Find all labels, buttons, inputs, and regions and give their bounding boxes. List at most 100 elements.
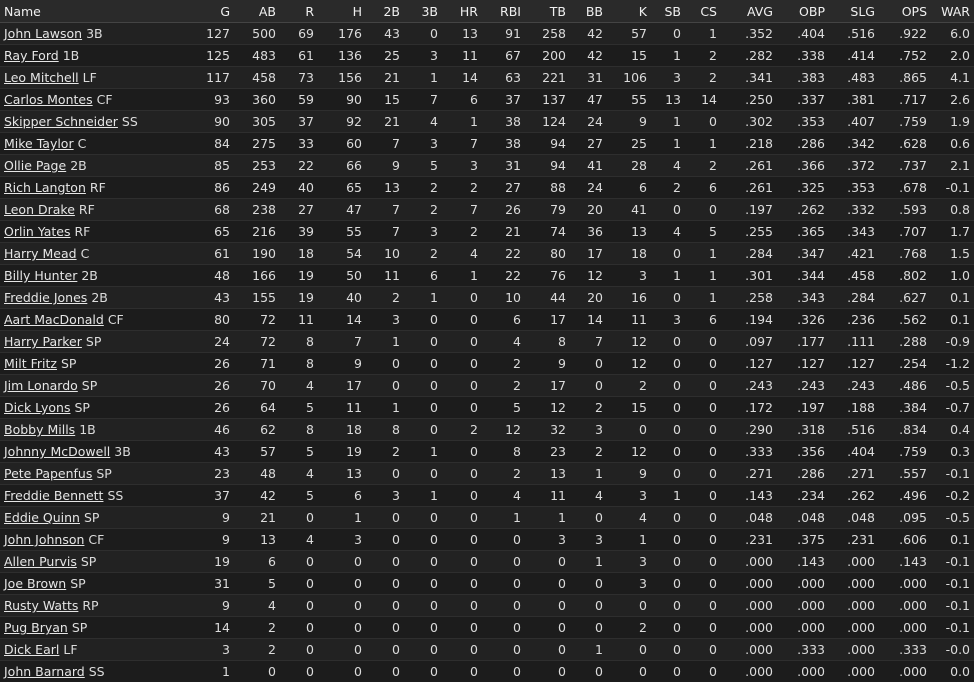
column-header-3b[interactable]: 3B <box>404 0 442 23</box>
player-name-link[interactable]: Skipper Schneider <box>4 114 118 129</box>
player-cell: Milt Fritz SP <box>0 352 200 375</box>
stat-cell-k: 12 <box>607 440 651 463</box>
stat-cell-war: 0.1 <box>931 308 974 331</box>
player-name-link[interactable]: John Lawson <box>4 26 82 41</box>
column-header-rbi[interactable]: RBI <box>482 0 525 23</box>
stat-cell-ops: .384 <box>879 396 931 419</box>
column-header-ops[interactable]: OPS <box>879 0 931 23</box>
stat-cell-g: 117 <box>200 66 234 89</box>
column-header-avg[interactable]: AVG <box>721 0 777 23</box>
stat-cell-war: 2.1 <box>931 154 974 177</box>
player-cell: Pug Bryan SP <box>0 616 200 639</box>
player-name-link[interactable]: Billy Hunter <box>4 268 77 283</box>
stat-cell-cs: 0 <box>685 572 721 595</box>
stat-cell-ops: .802 <box>879 264 931 287</box>
player-name-link[interactable]: Mike Taylor <box>4 136 74 151</box>
column-header-k[interactable]: K <box>607 0 651 23</box>
stat-cell-ab: 238 <box>234 198 280 221</box>
stat-cell-g: 65 <box>200 220 234 243</box>
stat-cell-war: 2.0 <box>931 44 974 67</box>
column-header-tb[interactable]: TB <box>525 0 570 23</box>
column-header-ab[interactable]: AB <box>234 0 280 23</box>
column-header-name[interactable]: Name <box>0 0 200 23</box>
player-name-link[interactable]: Leon Drake <box>4 202 75 217</box>
player-name-link[interactable]: Harry Mead <box>4 246 77 261</box>
player-name-link[interactable]: Dick Earl <box>4 642 59 657</box>
stat-cell-3b: 1 <box>404 484 442 507</box>
stat-cell-sb: 0 <box>651 374 685 397</box>
table-row: Billy Hunter 2B 48 166 19 50 11 6 1 22 76 12 3 1 1.301… <box>0 264 974 287</box>
column-header-slg[interactable]: SLG <box>829 0 879 23</box>
stat-cell-rbi: 27 <box>482 176 525 199</box>
stat-cell-2b: 7 <box>366 220 404 243</box>
player-position: SP <box>60 356 77 371</box>
column-header-r[interactable]: R <box>280 0 318 23</box>
player-name-link[interactable]: John Johnson <box>4 532 84 547</box>
stat-cell-2b: 0 <box>366 462 404 485</box>
column-header-cs[interactable]: CS <box>685 0 721 23</box>
player-name-link[interactable]: Aart MacDonald <box>4 312 104 327</box>
column-header-sb[interactable]: SB <box>651 0 685 23</box>
player-name-link[interactable]: Rusty Watts <box>4 598 78 613</box>
stat-cell-h: 9 <box>318 352 366 375</box>
player-name-link[interactable]: Orlin Yates <box>4 224 71 239</box>
player-name-link[interactable]: Freddie Jones <box>4 290 87 305</box>
column-header-h[interactable]: H <box>318 0 366 23</box>
player-position: SP <box>74 400 90 415</box>
table-row: Skipper Schneider SS 90 305 37 92 21 4 1 38 124 24 9… <box>0 110 974 133</box>
player-name-link[interactable]: Pete Papenfus <box>4 466 92 481</box>
column-header-war[interactable]: WAR <box>931 0 974 23</box>
player-name-link[interactable]: Allen Purvis <box>4 554 77 569</box>
stat-cell-slg: .000 <box>829 572 879 595</box>
stat-cell-2b: 2 <box>366 286 404 309</box>
player-name-link[interactable]: Eddie Quinn <box>4 510 80 525</box>
stat-cell-r: 4 <box>280 374 318 397</box>
stat-cell-k: 0 <box>607 638 651 661</box>
player-name-link[interactable]: Ollie Page <box>4 158 66 173</box>
stat-cell-tb: 11 <box>525 484 570 507</box>
stat-cell-k: 2 <box>607 374 651 397</box>
player-name-link[interactable]: Jim Lonardo <box>4 378 78 393</box>
stat-cell-ab: 249 <box>234 176 280 199</box>
column-header-2b[interactable]: 2B <box>366 0 404 23</box>
stat-cell-ab: 48 <box>234 462 280 485</box>
stat-cell-obp: .243 <box>777 374 829 397</box>
player-name-link[interactable]: Milt Fritz <box>4 356 57 371</box>
player-name-link[interactable]: Pug Bryan <box>4 620 68 635</box>
player-name-link[interactable]: Johnny McDowell <box>4 444 110 459</box>
stat-cell-sb: 3 <box>651 66 685 89</box>
column-header-g[interactable]: G <box>200 0 234 23</box>
stat-cell-hr: 0 <box>442 528 482 551</box>
stat-cell-g: 26 <box>200 396 234 419</box>
column-header-bb[interactable]: BB <box>570 0 607 23</box>
stat-cell-2b: 0 <box>366 352 404 375</box>
player-name-link[interactable]: Joe Brown <box>4 576 66 591</box>
column-header-hr[interactable]: HR <box>442 0 482 23</box>
stat-cell-ab: 72 <box>234 330 280 353</box>
column-header-obp[interactable]: OBP <box>777 0 829 23</box>
player-cell: Eddie Quinn SP <box>0 506 200 529</box>
stat-cell-ops: .627 <box>879 286 931 309</box>
stat-cell-slg: .284 <box>829 286 879 309</box>
player-name-link[interactable]: Dick Lyons <box>4 400 70 415</box>
stat-cell-r: 59 <box>280 88 318 111</box>
stat-cell-obp: .127 <box>777 352 829 375</box>
player-name-link[interactable]: Rich Langton <box>4 180 86 195</box>
stat-cell-3b: 0 <box>404 374 442 397</box>
stat-cell-obp: .143 <box>777 550 829 573</box>
player-name-link[interactable]: Leo Mitchell <box>4 70 79 85</box>
player-name-link[interactable]: Freddie Bennett <box>4 488 103 503</box>
player-name-link[interactable]: Ray Ford <box>4 48 59 63</box>
player-name-link[interactable]: Harry Parker <box>4 334 82 349</box>
stat-cell-rbi: 1 <box>482 506 525 529</box>
stat-cell-2b: 7 <box>366 132 404 155</box>
stat-cell-sb: 0 <box>651 638 685 661</box>
stat-cell-rbi: 38 <box>482 110 525 133</box>
stat-cell-war: 4.1 <box>931 66 974 89</box>
stat-cell-hr: 0 <box>442 660 482 682</box>
player-name-link[interactable]: Bobby Mills <box>4 422 75 437</box>
stat-cell-rbi: 37 <box>482 88 525 111</box>
player-name-link[interactable]: John Barnard <box>4 664 85 679</box>
stat-cell-2b: 0 <box>366 594 404 617</box>
player-name-link[interactable]: Carlos Montes <box>4 92 93 107</box>
